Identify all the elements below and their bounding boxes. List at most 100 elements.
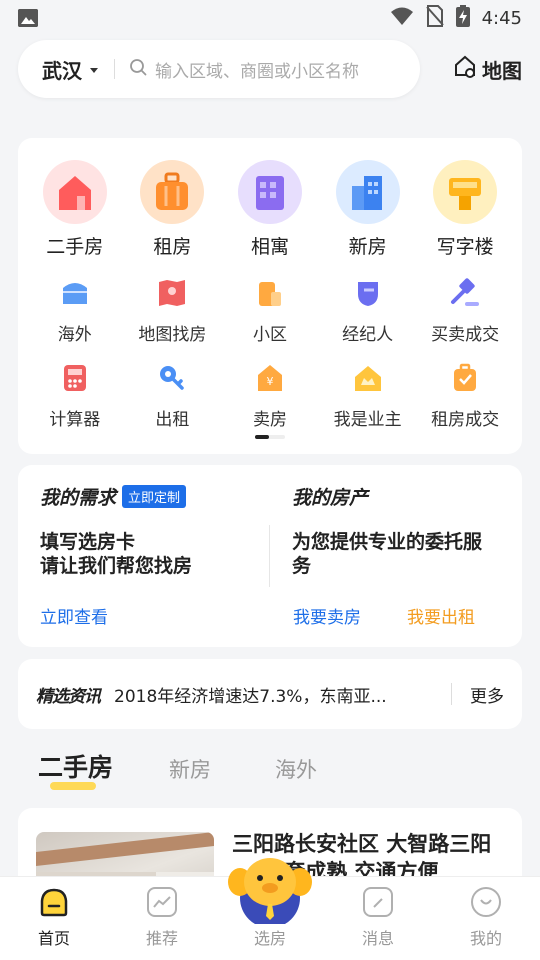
nav-recommend[interactable]: 推荐 [108,877,216,960]
category-label: 出租 [155,410,190,430]
category-label: 海外 [57,325,92,345]
nav-messages[interactable]: 消息 [324,877,432,960]
wifi-icon [390,6,414,30]
map-label: 地图 [482,58,522,83]
category-label: 地图找房 [138,325,207,345]
owner-icon [352,363,384,397]
category-lease-out[interactable]: 出租 [124,363,222,430]
search-divider [114,59,115,79]
mascot-icon[interactable] [228,852,312,928]
my-needs-title: 我的需求 [40,487,117,509]
active-tab-underline [50,782,96,790]
my-property-desc-line2: 务 [292,555,312,577]
news-bar[interactable]: 精选资讯 2018年经济增速达7.3%，东南亚... 更多 [18,659,522,729]
category-office[interactable]: 写字楼 [416,160,514,259]
rent-out-link[interactable]: 我要出租 [407,603,475,628]
community-icon [254,278,286,312]
my-property-section: 我的房产 为您提供专业的委托服 务 [292,483,482,578]
sub-category-row-1: 海外 地图找房 小区 经纪人 买卖成交 [26,278,514,345]
svg-text:¥: ¥ [266,375,273,388]
key-icon [156,363,188,397]
category-label: 写字楼 [436,236,494,258]
rent-deal-icon [449,363,481,397]
news-more-link[interactable]: 更多 [470,682,504,707]
category-label: 相寓 [250,236,289,258]
battery-charging-icon [455,5,470,31]
tab-new-house[interactable]: 新房 [169,754,211,784]
category-label: 新房 [348,236,387,258]
map-button[interactable]: 地图 [454,55,522,84]
status-bar: 4:45 [0,0,540,36]
office-icon [433,160,498,224]
category-label: 计算器 [49,410,101,430]
gavel-icon [449,278,481,312]
category-second-hand[interactable]: 二手房 [26,160,124,259]
needs-divider [269,525,270,587]
search-icon [129,58,147,80]
sub-category-row-2: 计算器 出租 ¥ 卖房 我是业主 租房成交 [26,363,514,430]
nav-home[interactable]: 首页 [0,877,108,960]
view-now-link[interactable]: 立即查看 [40,603,108,628]
customize-now-badge[interactable]: 立即定制 [122,485,187,508]
building-icon [237,160,302,224]
tab-overseas[interactable]: 海外 [275,754,317,784]
category-label: 小区 [252,325,287,345]
profile-icon [471,887,501,917]
caret-down-icon [90,67,98,73]
buildings-icon [335,160,400,224]
my-needs-desc-line2: 请让我们帮您找房 [40,555,193,577]
house-icon [42,160,107,224]
my-property-description: 为您提供专业的委托服 务 [292,530,482,578]
listing-tabs: 二手房 新房 海外 [38,748,317,790]
category-sell-house[interactable]: ¥ 卖房 [221,363,319,430]
nav-label: 我的 [469,929,502,948]
nav-label: 首页 [37,929,70,948]
category-agent[interactable]: 经纪人 [319,278,417,345]
my-property-title: 我的房产 [292,487,369,509]
image-notification-icon [18,9,38,27]
category-sale-deals[interactable]: 买卖成交 [416,278,514,345]
category-calculator[interactable]: 计算器 [26,363,124,430]
my-needs-header: 我的需求 立即定制 [40,483,192,510]
category-community[interactable]: 小区 [221,278,319,345]
my-property-desc-line1: 为您提供专业的委托服 [292,531,483,553]
category-rent[interactable]: 租房 [124,160,222,259]
sell-house-link[interactable]: 我要卖房 [293,603,361,628]
my-property-header: 我的房产 [292,483,482,510]
needs-property-card: 我的需求 立即定制 填写选房卡 请让我们帮您找房 立即查看 我的房产 为您提供专… [18,465,522,647]
home-icon [39,887,69,917]
top-search-row: 武汉 输入区域、商圈或小区名称 地图 [18,40,522,98]
category-overseas[interactable]: 海外 [26,278,124,345]
my-needs-section: 我的需求 立即定制 填写选房卡 请让我们帮您找房 [40,483,192,578]
search-bar[interactable]: 武汉 输入区域、商圈或小区名称 [18,40,420,98]
category-label: 经纪人 [342,325,394,345]
calculator-icon [59,363,91,397]
category-label: 卖房 [252,410,287,430]
page-indicator-active [255,435,269,439]
city-selector[interactable]: 武汉 [42,55,98,84]
nav-label: 选房 [253,929,286,948]
status-time: 4:45 [481,7,522,29]
category-map-search[interactable]: 地图找房 [124,278,222,345]
category-label: 租房 [153,236,192,258]
category-label: 买卖成交 [431,325,500,345]
news-tag: 精选资讯 [36,686,101,707]
category-label: 租房成交 [431,410,500,430]
nav-label: 推荐 [145,929,178,948]
tab-second-hand[interactable]: 二手房 [38,748,113,790]
search-input[interactable]: 输入区域、商圈或小区名称 [155,57,359,82]
category-owner[interactable]: 我是业主 [319,363,417,430]
my-needs-description: 填写选房卡 请让我们帮您找房 [40,530,192,578]
category-rent-deals[interactable]: 租房成交 [416,363,514,430]
recommend-icon [147,887,177,917]
overseas-icon [59,278,91,312]
category-new-house[interactable]: 新房 [319,160,417,259]
news-headline[interactable]: 2018年经济增速达7.3%，东南亚... [114,682,387,707]
my-needs-desc-line1: 填写选房卡 [40,531,136,553]
news-divider [451,683,452,705]
nav-profile[interactable]: 我的 [432,877,540,960]
suitcase-icon [140,160,205,224]
category-label: 我是业主 [333,410,402,430]
city-label: 武汉 [42,58,82,83]
category-xiangyu[interactable]: 相寓 [221,160,319,259]
